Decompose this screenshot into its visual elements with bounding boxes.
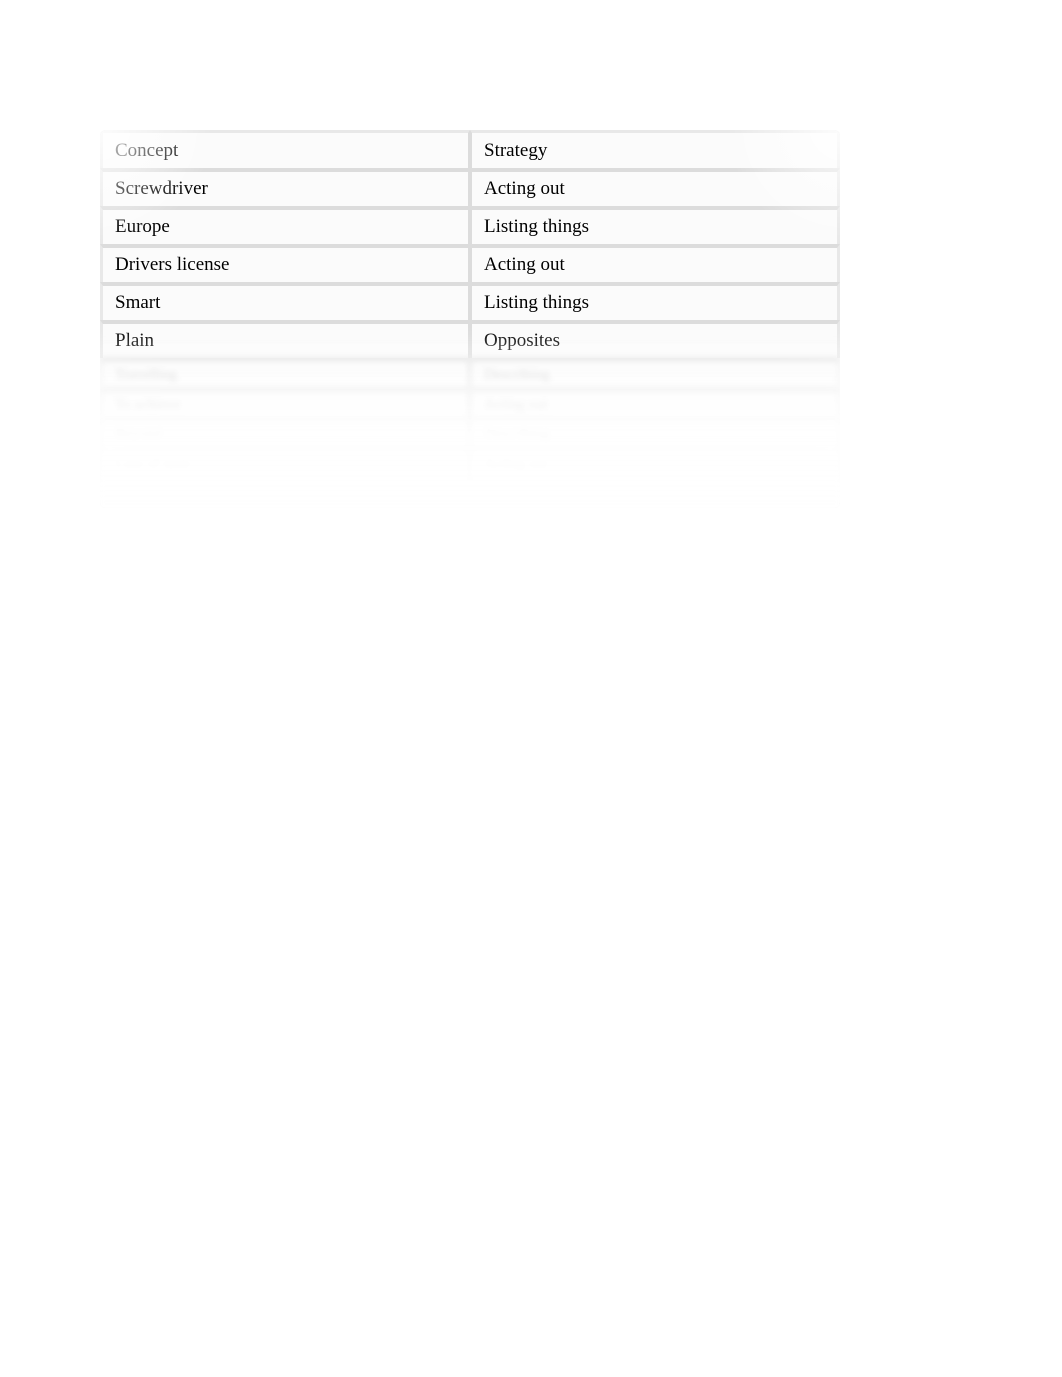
concept-cell: Drivers license <box>100 244 470 282</box>
concept-cell-blurred: Loss of taste <box>100 448 470 478</box>
concept-cell: Europe <box>100 206 470 244</box>
strategy-cell-blurred: Acting out <box>470 478 840 508</box>
table-row-blurred: Loss of taste Acting out <box>100 448 840 478</box>
concept-cell: Plain <box>100 320 470 358</box>
strategy-cell: Listing things <box>470 282 840 320</box>
strategy-cell-blurred: Acting out <box>470 388 840 418</box>
strategy-cell-blurred: Describing <box>470 358 840 388</box>
header-strategy: Strategy <box>470 130 840 168</box>
strategy-cell: Acting out <box>470 244 840 282</box>
table-row-blurred: To achieve Acting out <box>100 388 840 418</box>
table-wrapper: Concept Strategy Screwdriver Acting out … <box>100 130 840 508</box>
concept-strategy-table: Concept Strategy Screwdriver Acting out … <box>100 130 840 508</box>
strategy-cell: Acting out <box>470 168 840 206</box>
concept-cell: Screwdriver <box>100 168 470 206</box>
strategy-cell-blurred: Describing <box>470 418 840 448</box>
table-frame: Concept Strategy Screwdriver Acting out … <box>100 130 840 508</box>
strategy-cell: Opposites <box>470 320 840 358</box>
table-row-blurred: Silver Acting out <box>100 478 840 508</box>
concept-cell-blurred: Beyond <box>100 418 470 448</box>
strategy-cell-blurred: Acting out <box>470 448 840 478</box>
concept-cell-blurred: Silver <box>100 478 470 508</box>
concept-cell-blurred: Travelling <box>100 358 470 388</box>
table-row: Drivers license Acting out <box>100 244 840 282</box>
header-concept: Concept <box>100 130 470 168</box>
table-row: Plain Opposites <box>100 320 840 358</box>
concept-cell-blurred: To achieve <box>100 388 470 418</box>
table-row: Europe Listing things <box>100 206 840 244</box>
strategy-cell: Listing things <box>470 206 840 244</box>
table-header-row: Concept Strategy <box>100 130 840 168</box>
table-row: Smart Listing things <box>100 282 840 320</box>
table-row-blurred: Beyond Describing <box>100 418 840 448</box>
concept-cell: Smart <box>100 282 470 320</box>
table-row-blurred: Travelling Describing <box>100 358 840 388</box>
table-row: Screwdriver Acting out <box>100 168 840 206</box>
